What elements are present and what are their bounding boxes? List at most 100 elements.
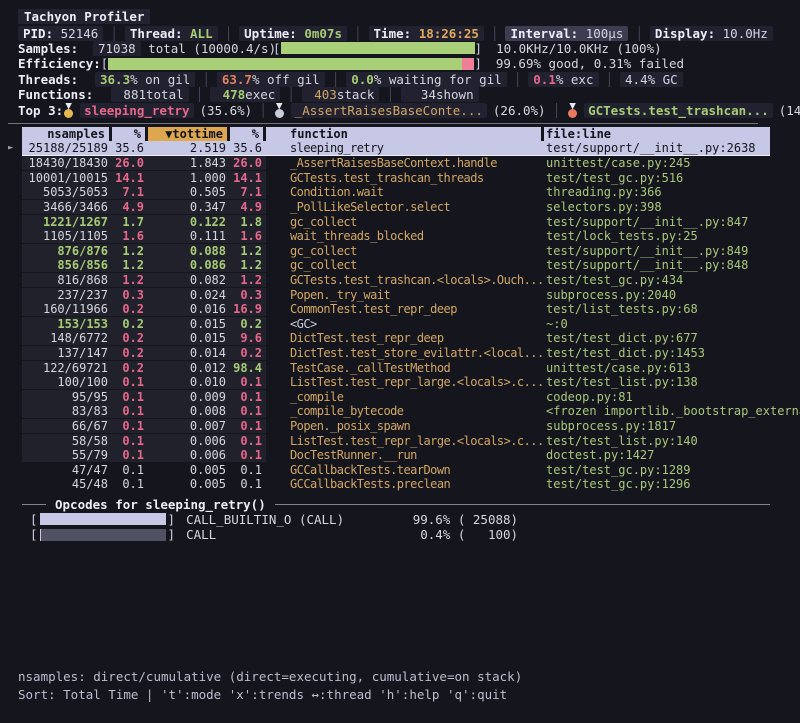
cell-file-line: test/support/__init__.py:847 (544, 215, 770, 229)
cell-file-line: selectors.py:398 (544, 200, 770, 214)
separator: │ (259, 103, 267, 118)
cell-tottime: 0.005 (148, 463, 230, 477)
cell-cumpct: 0.3 (230, 288, 266, 302)
top3-label: Top 3: (18, 103, 63, 118)
nsamples-legend: nsamples: direct/cumulative (direct=exec… (18, 667, 522, 685)
cell-function: Popen._posix_spawn (266, 419, 544, 433)
table-row[interactable]: 122/697210.20.01298.4TestCase._callTestM… (22, 360, 770, 375)
cell-file-line: threading.py:366 (544, 185, 770, 199)
cell-function: TestCase._callTestMethod (266, 361, 544, 375)
cell-nsamples: 66/67 (22, 419, 112, 433)
cell-nsamples: 58/58 (22, 434, 112, 448)
cell-file-line: test/support/__init__.py:849 (544, 244, 770, 258)
cell-function: DocTestRunner.__run (266, 448, 544, 462)
table-row[interactable]: 100/1000.10.0100.1ListTest.test_repr_lar… (22, 375, 770, 390)
functions-row: Functions: 881 total │ 478 exec │ 403 st… (18, 87, 770, 102)
table-row[interactable]: 66/670.10.0070.1Popen._posix_spawnsubpro… (22, 419, 770, 434)
table-row[interactable]: 137/1470.20.0140.2DictTest.test_store_ev… (22, 346, 770, 361)
table-row[interactable]: 10001/1001514.11.00014.1GCTests.test_tra… (22, 171, 770, 186)
table-row[interactable]: 58/580.10.0060.1ListTest.test_repr_large… (22, 433, 770, 448)
bar-close-bracket: ] (168, 512, 176, 527)
opcode-stat: 0.4% ( 100) (412, 527, 518, 542)
cell-cumpct: 26.0 (230, 156, 266, 170)
bar-close-bracket: ] (474, 56, 482, 71)
cell-nsamples: 100/100 (22, 375, 112, 389)
cell-function: _PollLikeSelector.select (266, 200, 544, 214)
table-row[interactable]: 55/790.10.0060.1DocTestRunner.__rundocte… (22, 448, 770, 463)
cell-cumpct: 1.6 (230, 229, 266, 243)
col-header-function[interactable]: function (266, 127, 541, 141)
cell-file-line: ~:0 (544, 317, 770, 331)
cell-nsamples: 153/153 (22, 317, 112, 331)
table-row[interactable]: 816/8681.20.0821.2GCTests.test_trashcan.… (22, 273, 770, 288)
table-row[interactable]: 876/8761.20.0881.2gc_collecttest/support… (22, 243, 770, 258)
table-row[interactable]: 45/480.10.0050.1GCCallbackTests.preclean… (22, 477, 770, 492)
cell-nsamples: 137/147 (22, 346, 112, 360)
cell-pct: 14.1 (112, 171, 148, 185)
efficiency-bar-failed (462, 58, 474, 70)
separator: │ (287, 87, 295, 102)
top3-entry-3-pct: (14.1%) (779, 103, 800, 118)
cell-file-line: test/test_dict.py:1453 (544, 346, 770, 360)
cell-function: ListTest.test_repr_large.<locals>.c... (266, 434, 544, 448)
separator: │ (202, 72, 210, 87)
opcodes-header: Opcodes for sleeping_retry() (22, 497, 770, 512)
opcode-bar (40, 529, 166, 541)
samples-row: Samples: 71038 total (10000.4/s) [] 10.0… (18, 41, 770, 56)
table-row[interactable]: ►25188/2518935.62.51935.6sleeping_retryt… (22, 141, 770, 156)
threads-off-gil: 63.7% off gil (217, 72, 325, 87)
cell-tottime: 0.015 (148, 317, 230, 331)
table-row[interactable]: 1105/11051.60.1111.6wait_threads_blocked… (22, 229, 770, 244)
functions-stack: 403 stack (302, 87, 380, 102)
cell-function: gc_collect (266, 258, 544, 272)
table-row[interactable]: 95/950.10.0090.1_compilecodeop.py:81 (22, 389, 770, 404)
cell-pct: 7.1 (112, 185, 148, 199)
table-row[interactable]: 18430/1843026.01.84326.0_AssertRaisesBas… (22, 156, 770, 171)
cell-file-line: test/test_dict.py:677 (544, 331, 770, 345)
opcode-bar (40, 513, 166, 525)
function-table: nsamples % ▼tottime % function file:line… (22, 127, 770, 492)
threads-waiting-gil: 0.0% waiting for gil (346, 72, 507, 87)
table-header: nsamples % ▼tottime % function file:line (22, 127, 770, 142)
table-row[interactable]: 148/67720.20.0159.6DictTest.test_repr_de… (22, 331, 770, 346)
cell-cumpct: 0.1 (230, 448, 266, 462)
cell-file-line: test/list_tests.py:68 (544, 302, 770, 316)
cell-pct: 0.1 (112, 390, 148, 404)
table-row[interactable]: 47/470.10.0050.1GCCallbackTests.tearDown… (22, 462, 770, 477)
cell-cumpct: 35.6 (230, 141, 266, 155)
cell-tottime: 1.000 (148, 171, 230, 185)
opcodes-section: Opcodes for sleeping_retry() []CALL_BUIL… (22, 497, 770, 543)
cell-nsamples: 1221/1267 (22, 215, 112, 229)
cell-cumpct: 0.1 (230, 404, 266, 418)
cell-nsamples: 83/83 (22, 404, 112, 418)
table-row[interactable]: 153/1530.20.0150.2<GC>~:0 (22, 316, 770, 331)
opcode-name: CALL_BUILTIN_O (CALL) (186, 512, 412, 527)
separator: │ (514, 72, 522, 87)
cell-file-line: test/test_gc.py:434 (544, 273, 770, 287)
cell-function: DictTest.test_store_evilattr.<local... (266, 346, 544, 360)
cell-nsamples: 122/69721 (22, 361, 112, 375)
col-header-cumpct[interactable]: % (230, 127, 263, 141)
cell-tottime: 1.843 (148, 156, 230, 170)
col-header-nsamples[interactable]: nsamples (22, 127, 109, 141)
efficiency-row: Efficiency: [] 99.69% good, 0.31% failed (18, 56, 770, 71)
table-row[interactable]: 1221/12671.70.1221.8gc_collecttest/suppo… (22, 214, 770, 229)
threads-label: Threads: (18, 72, 95, 87)
table-row[interactable]: 237/2370.30.0240.3Popen._try_waitsubproc… (22, 287, 770, 302)
col-header-tottime-sorted[interactable]: ▼tottime (148, 127, 227, 141)
table-row[interactable]: 160/119660.20.01616.9CommonTest.test_rep… (22, 302, 770, 317)
cell-cumpct: 16.9 (230, 302, 266, 316)
top3-entry-1-pct: (35.6%) (200, 103, 253, 118)
table-row[interactable]: 3466/34664.90.3474.9_PollLikeSelector.se… (22, 200, 770, 215)
col-header-file-line[interactable]: file:line (544, 127, 770, 141)
table-row[interactable]: 5053/50537.10.5057.1Condition.waitthread… (22, 185, 770, 200)
cell-function: ListTest.test_repr_large.<locals>.c... (266, 375, 544, 389)
table-row[interactable]: 856/8561.20.0861.2gc_collecttest/support… (22, 258, 770, 273)
cell-tottime: 0.016 (148, 302, 230, 316)
footer-help: nsamples: direct/cumulative (direct=exec… (18, 667, 522, 703)
table-row[interactable]: 83/830.10.0080.1_compile_bytecode<frozen… (22, 404, 770, 419)
cell-pct: 0.2 (112, 317, 148, 331)
cell-file-line: codeop.py:81 (544, 390, 770, 404)
status-thread: Thread: ALL (125, 26, 218, 41)
col-header-pct[interactable]: % (112, 127, 145, 141)
